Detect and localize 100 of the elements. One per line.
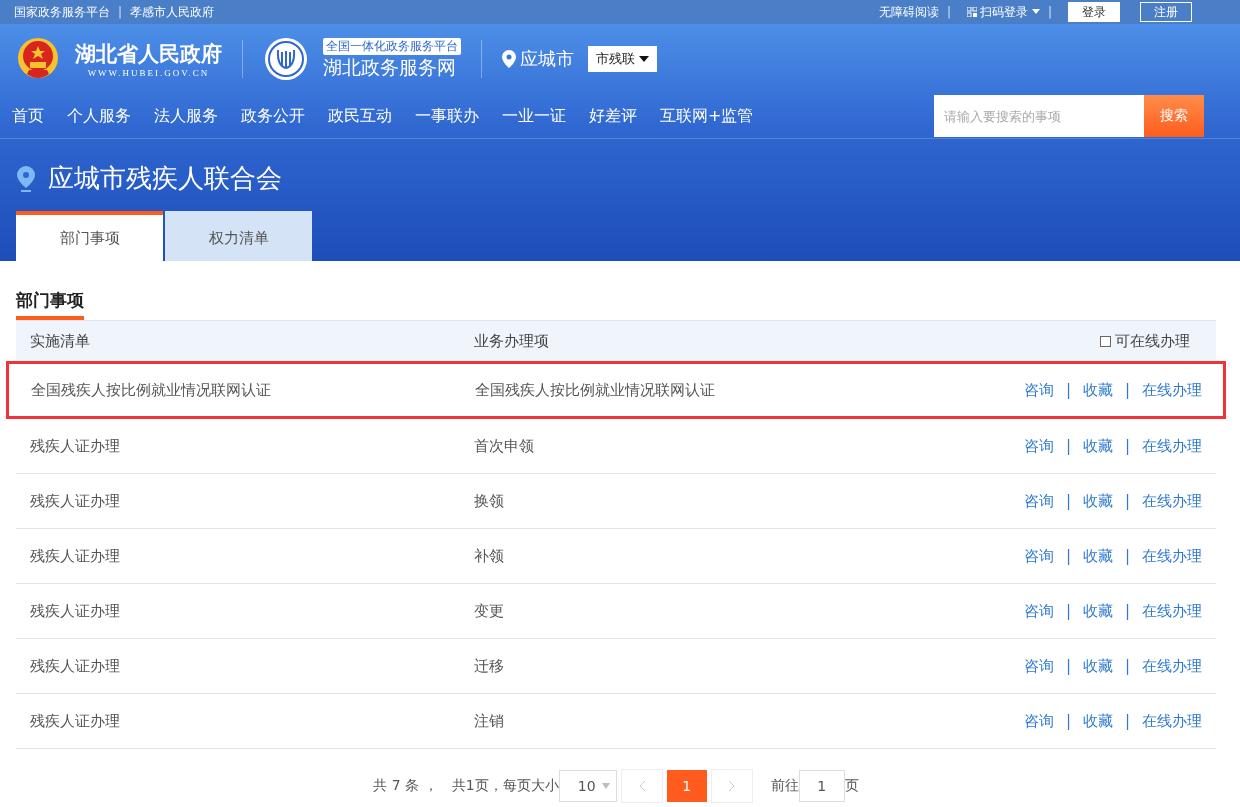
caret-icon — [1031, 9, 1040, 15]
separator: | — [1065, 492, 1071, 510]
action-link[interactable]: 在线办理 — [1142, 711, 1202, 731]
caret-icon — [639, 56, 649, 62]
action-link[interactable]: 收藏 — [1082, 436, 1113, 456]
separator: | — [1065, 602, 1071, 620]
action-link[interactable]: 在线办理 — [1142, 546, 1202, 566]
action-link[interactable]: 咨询 — [1023, 601, 1054, 621]
checkbox-label: 可在线办理 — [1115, 331, 1190, 351]
top-link[interactable]: 无障碍阅读 — [878, 3, 939, 21]
search-button[interactable]: 搜索 — [1144, 95, 1204, 137]
table-cell-text: 全国残疾人按比例就业情况联网认证 — [475, 380, 716, 400]
table-cell-text: 首次申领 — [474, 436, 535, 456]
table-cell-text: 注销 — [474, 711, 505, 731]
search-field[interactable]: 请输入要搜索的事项 — [934, 95, 1144, 137]
action-link[interactable]: 收藏 — [1082, 380, 1113, 400]
page-number[interactable]: 1 — [666, 770, 707, 802]
goto-label: 前往 — [770, 777, 799, 795]
nav-item[interactable]: 好差评 — [589, 105, 637, 127]
department-title: 应城市残疾人联合会 — [48, 162, 282, 195]
qr-code-icon — [966, 7, 977, 17]
caret-icon — [601, 783, 610, 789]
page-count: 共1页，每页大小 — [451, 777, 559, 795]
platform-badge: 全国一体化政务服务平台 — [323, 37, 461, 55]
next-page-button[interactable] — [710, 769, 753, 803]
table-cell-text: 残疾人证办理 — [30, 546, 121, 566]
top-link[interactable]: 孝感市人民政府 — [130, 3, 215, 21]
action-link[interactable]: 咨询 — [1023, 711, 1054, 731]
register-button[interactable]: 注册 — [1140, 2, 1192, 22]
separator: | — [946, 5, 951, 19]
separator: | — [118, 5, 123, 19]
page-input[interactable]: 1 — [798, 770, 845, 802]
website-url: WWW.HUBEI.GOV.CN — [86, 68, 211, 78]
column-header: 业务办理项 — [474, 331, 550, 351]
location-pin-icon — [502, 50, 516, 68]
separator: | — [1065, 381, 1071, 399]
action-link[interactable]: 在线办理 — [1142, 436, 1202, 456]
separator: | — [1047, 5, 1052, 19]
action-link[interactable]: 收藏 — [1082, 546, 1113, 566]
login-button[interactable]: 登录 — [1068, 2, 1120, 22]
table-cell-text: 残疾人证办理 — [30, 491, 121, 511]
separator: | — [1124, 657, 1130, 675]
top-link[interactable]: 扫码登录 — [979, 3, 1028, 21]
table-cell-text: 全国残疾人按比例就业情况联网认证 — [31, 380, 272, 400]
action-link[interactable]: 收藏 — [1082, 491, 1113, 511]
nav-item[interactable]: 首页 — [12, 105, 44, 127]
separator: | — [1124, 712, 1130, 730]
separator: | — [1065, 437, 1071, 455]
top-link[interactable]: 国家政务服务平台 — [14, 3, 110, 21]
platform-name: 湖北政务服务网 — [323, 54, 456, 80]
chevron-left-icon — [637, 780, 646, 792]
action-link[interactable]: 在线办理 — [1142, 601, 1202, 621]
lyre-logo-icon — [263, 36, 309, 82]
nav-item[interactable]: 互联网+监管 — [660, 105, 754, 127]
separator: | — [1124, 492, 1130, 510]
government-name: 湖北省人民政府 — [75, 41, 222, 68]
separator: | — [1065, 547, 1071, 565]
action-link[interactable]: 咨询 — [1023, 436, 1054, 456]
checkbox[interactable] — [1100, 335, 1111, 347]
table-cell-text: 残疾人证办理 — [30, 601, 121, 621]
previous-page-button[interactable] — [620, 769, 663, 803]
table-cell-text: 换领 — [474, 491, 505, 511]
action-link[interactable]: 咨询 — [1023, 380, 1054, 400]
action-link[interactable]: 咨询 — [1023, 491, 1054, 511]
nav-item[interactable]: 政务公开 — [241, 105, 305, 127]
city-name[interactable]: 应城市 — [520, 47, 574, 71]
tab[interactable]: 权力清单 — [165, 211, 312, 261]
action-link[interactable]: 在线办理 — [1142, 491, 1202, 511]
nav-item[interactable]: 一事联办 — [415, 105, 479, 127]
department-dropdown[interactable]: 市残联 — [588, 46, 657, 72]
action-link[interactable]: 收藏 — [1082, 656, 1113, 676]
table-cell-text: 残疾人证办理 — [30, 656, 121, 676]
separator: | — [1065, 712, 1071, 730]
total-count: 共 7 条 ， — [373, 777, 438, 795]
action-link[interactable]: 收藏 — [1082, 711, 1113, 731]
separator: | — [1124, 381, 1130, 399]
table-cell-text: 变更 — [474, 601, 505, 621]
separator: | — [1065, 657, 1071, 675]
separator: | — [1124, 437, 1130, 455]
nav-item[interactable]: 法人服务 — [154, 105, 218, 127]
nav-item[interactable]: 政民互动 — [328, 105, 392, 127]
separator: | — [1124, 602, 1130, 620]
column-header: 实施清单 — [30, 331, 91, 351]
chevron-right-icon — [727, 780, 736, 792]
table-cell-text: 残疾人证办理 — [30, 711, 121, 731]
separator: | — [1124, 547, 1130, 565]
table-cell-text: 补领 — [474, 546, 505, 566]
nav-item[interactable]: 个人服务 — [67, 105, 131, 127]
tab[interactable]: 部门事项 — [16, 211, 163, 261]
action-link[interactable]: 咨询 — [1023, 546, 1054, 566]
table-cell-text: 残疾人证办理 — [30, 436, 121, 456]
page-size-dropdown[interactable]: 10 — [558, 770, 617, 802]
location-pin-icon — [16, 165, 36, 192]
page-unit: 页 — [844, 777, 859, 795]
action-link[interactable]: 收藏 — [1082, 601, 1113, 621]
table-cell-text: 迁移 — [474, 656, 505, 676]
action-link[interactable]: 咨询 — [1023, 656, 1054, 676]
action-link[interactable]: 在线办理 — [1142, 656, 1202, 676]
nav-item[interactable]: 一业一证 — [502, 105, 566, 127]
action-link[interactable]: 在线办理 — [1142, 380, 1202, 400]
